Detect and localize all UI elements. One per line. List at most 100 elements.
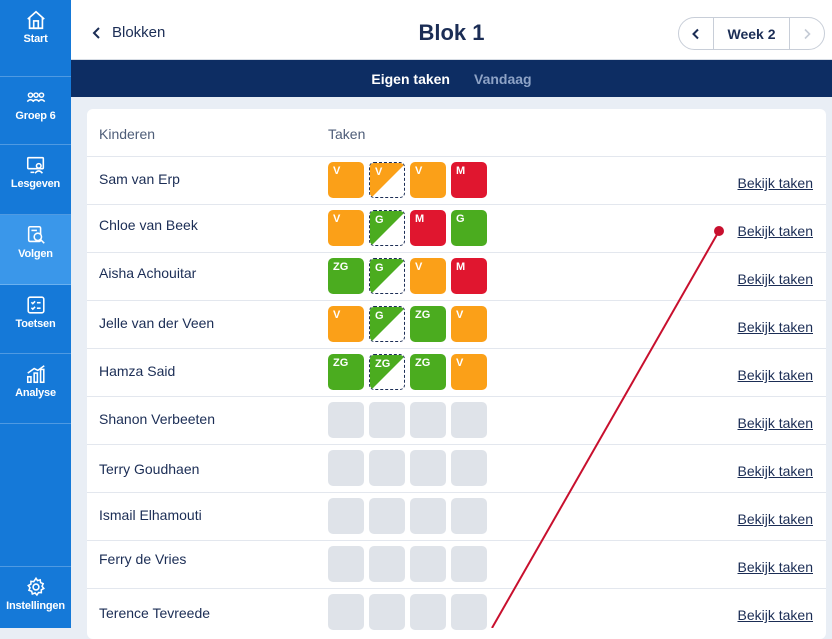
task-tile[interactable]: V	[328, 210, 364, 246]
task-tile[interactable]: V	[328, 162, 364, 198]
task-tile[interactable]	[369, 402, 405, 438]
task-tile[interactable]	[410, 402, 446, 438]
view-tasks-link[interactable]: Bekijk taken	[738, 367, 813, 383]
column-header-children: Kinderen	[99, 126, 156, 142]
week-label: Week 2	[727, 25, 776, 42]
task-tile[interactable]: M	[410, 210, 446, 246]
view-tasks-link[interactable]: Bekijk taken	[738, 175, 813, 191]
task-tile[interactable]	[410, 450, 446, 486]
task-tile[interactable]: ZG	[410, 354, 446, 390]
task-tile[interactable]: ZG	[410, 306, 446, 342]
task-tile[interactable]	[451, 450, 487, 486]
tab-eigen-taken[interactable]: Eigen taken	[371, 71, 450, 87]
task-tile[interactable]	[451, 546, 487, 582]
task-tiles: VVVM	[328, 162, 487, 198]
view-tasks-link[interactable]: Bekijk taken	[738, 607, 813, 623]
student-name: Shanon Verbeeten	[99, 411, 215, 427]
table-row: Ferry de Vries Bekijk taken	[87, 540, 826, 588]
test-icon	[25, 294, 47, 316]
task-tile[interactable]: G	[369, 306, 405, 342]
task-tile[interactable]	[451, 498, 487, 534]
chevron-right-icon	[804, 28, 811, 39]
sidebar-item-toetsen[interactable]: Toetsen	[0, 285, 71, 354]
subnav-tabs: Eigen taken Vandaag	[71, 60, 832, 97]
task-tile[interactable]: V	[410, 258, 446, 294]
task-tile-label: M	[415, 213, 425, 225]
student-name: Terence Tevreede	[99, 605, 211, 621]
teach-icon	[25, 154, 47, 176]
view-tasks-link[interactable]: Bekijk taken	[738, 463, 813, 479]
task-tile[interactable]: ZG	[328, 354, 364, 390]
students-table: Kinderen Taken Sam van Erp V V V M Bekijk tak…	[87, 109, 826, 639]
task-tile[interactable]: G	[369, 258, 405, 294]
task-tile[interactable]: V	[451, 306, 487, 342]
sidebar-item-label: Analyse	[15, 387, 56, 399]
task-tile[interactable]	[328, 594, 364, 630]
task-tiles	[328, 546, 487, 582]
sidebar-item-label: Lesgeven	[10, 178, 61, 190]
group-icon	[25, 86, 47, 108]
task-tile[interactable]	[328, 402, 364, 438]
task-tile[interactable]: M	[451, 258, 487, 294]
view-tasks-link[interactable]: Bekijk taken	[738, 415, 813, 431]
task-tile[interactable]: G	[369, 210, 405, 246]
task-tile[interactable]	[451, 594, 487, 630]
table-row: Aisha Achouitar ZG G V M Bekijk taken	[87, 252, 826, 300]
student-name: Terry Goudhaen	[99, 461, 200, 477]
sidebar-item-instellingen[interactable]: Instellingen	[0, 566, 71, 628]
sidebar: Start Groep 6 Lesgeven Volgen Toetsen An…	[0, 0, 71, 628]
task-tiles: V G ZG V	[328, 306, 487, 342]
task-tile[interactable]: V	[369, 162, 405, 198]
task-tile[interactable]: ZG	[369, 354, 405, 390]
sidebar-item-volgen[interactable]: Volgen	[0, 215, 71, 285]
prev-week-button[interactable]	[679, 18, 714, 49]
task-tiles: VGMG	[328, 210, 487, 246]
table-row: Chloe van Beek V G M G Bekijk taken	[87, 204, 826, 252]
sidebar-item-groep[interactable]: Groep 6	[0, 77, 71, 145]
next-week-button[interactable]	[789, 18, 824, 49]
task-tile[interactable]: ZG	[328, 258, 364, 294]
task-tile-label: G	[375, 310, 384, 322]
task-tile-label: ZG	[415, 357, 431, 369]
task-tile[interactable]	[369, 594, 405, 630]
student-name: Jelle van der Veen	[99, 315, 215, 331]
task-tile-label: G	[375, 262, 384, 274]
task-tile[interactable]: G	[451, 210, 487, 246]
view-tasks-link[interactable]: Bekijk taken	[738, 511, 813, 527]
view-tasks-link[interactable]: Bekijk taken	[738, 223, 813, 239]
tab-vandaag[interactable]: Vandaag	[474, 71, 532, 87]
task-tile[interactable]	[369, 498, 405, 534]
task-tile[interactable]	[328, 450, 364, 486]
task-tile[interactable]	[410, 594, 446, 630]
task-tile-label: V	[415, 261, 423, 273]
task-tile[interactable]: V	[410, 162, 446, 198]
task-tiles	[328, 498, 487, 534]
view-tasks-link[interactable]: Bekijk taken	[738, 271, 813, 287]
task-tiles	[328, 402, 487, 438]
view-tasks-link[interactable]: Bekijk taken	[738, 319, 813, 335]
sidebar-item-lesgeven[interactable]: Lesgeven	[0, 145, 71, 215]
task-tile[interactable]: M	[451, 162, 487, 198]
week-selector: Week 2	[678, 17, 825, 50]
task-tile-label: V	[375, 166, 383, 178]
task-tile[interactable]	[369, 450, 405, 486]
sidebar-item-start[interactable]: Start	[0, 0, 71, 77]
task-tile-label: G	[456, 213, 465, 225]
task-tile[interactable]: V	[328, 306, 364, 342]
task-tile[interactable]	[369, 546, 405, 582]
task-tile[interactable]	[410, 498, 446, 534]
task-tile[interactable]	[451, 402, 487, 438]
task-tile-label: M	[456, 261, 466, 273]
task-tile-label: V	[333, 309, 341, 321]
chevron-left-icon	[692, 28, 699, 39]
task-tile[interactable]	[410, 546, 446, 582]
task-tile[interactable]	[328, 498, 364, 534]
task-tile[interactable]	[328, 546, 364, 582]
table-row: Ismail Elhamouti Bekijk taken	[87, 492, 826, 540]
home-icon	[25, 9, 47, 31]
task-tiles: ZG G V M	[328, 258, 487, 294]
sidebar-item-analyse[interactable]: Analyse	[0, 354, 71, 424]
view-tasks-link[interactable]: Bekijk taken	[738, 559, 813, 575]
task-tile[interactable]: V	[451, 354, 487, 390]
task-tile-label: V	[456, 357, 464, 369]
